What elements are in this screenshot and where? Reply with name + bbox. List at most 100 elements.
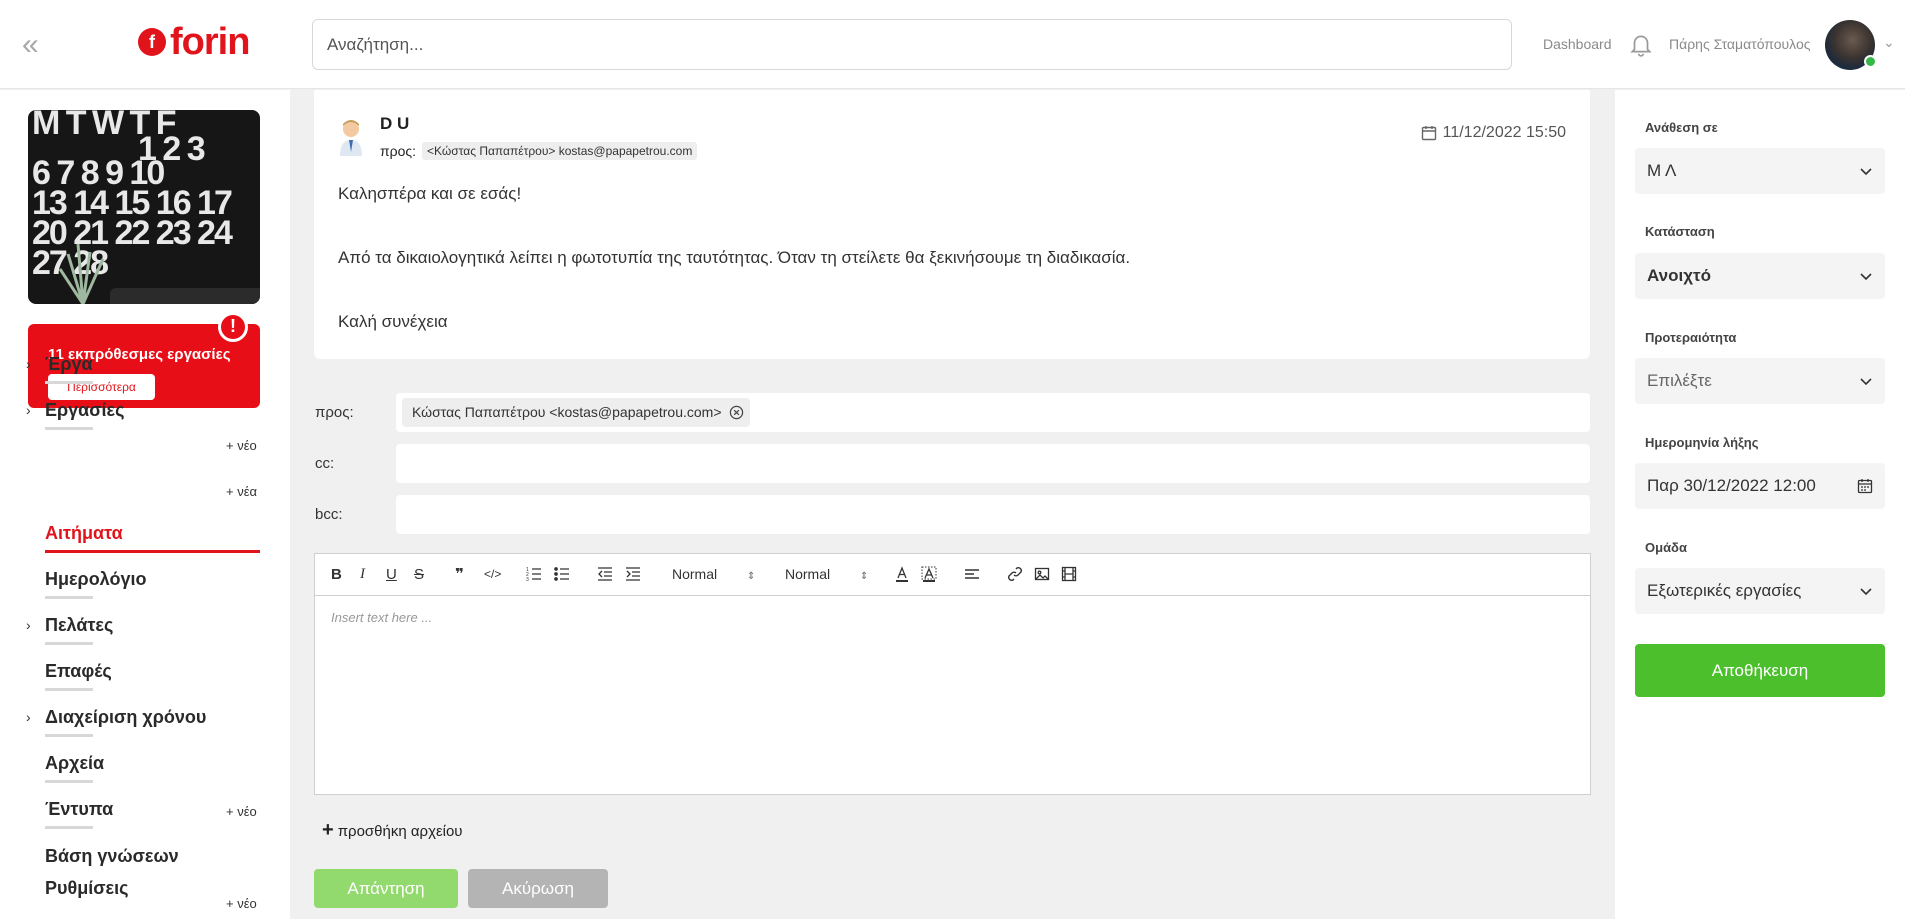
due-date-input[interactable]: Παρ 30/12/2022 12:00 [1635,463,1885,509]
status-value: Ανοιχτό [1647,266,1711,285]
new-time-entry-link[interactable]: + νέο [226,804,257,819]
sidebar-item-settings[interactable]: Ρυθμίσεις [45,878,128,899]
sidebar-item-requests[interactable]: Αιτήματα [45,523,260,553]
code-button[interactable]: </> [484,566,501,583]
calendar-icon[interactable] [1857,478,1873,494]
sidebar-item-label: Έντυπα [45,799,114,819]
align-icon[interactable] [964,566,980,582]
reply-to-field[interactable]: Κώστας Παπαπέτρου <kostas@papapetrou.com… [396,393,1590,432]
group-value: Εξωτερικές εργασίες [1647,581,1802,600]
svg-text:3: 3 [526,577,529,582]
cc-field[interactable] [396,444,1590,483]
editor-toolbar: B I U S ❞ </> 123 Normal ⇕ Normal ⇕ [315,554,1590,596]
font-color-icon[interactable] [894,566,910,583]
double-chevron-left-icon[interactable]: « [22,30,39,60]
reply-to-label: προς: [315,404,354,421]
new-project-link[interactable]: + νέο [226,438,257,453]
save-button[interactable]: Αποθήκευση [1635,644,1885,697]
heading-select[interactable]: Normal ⇕ [672,566,755,582]
forin-logo[interactable]: f forin [138,22,250,62]
sidebar-item-files[interactable]: Αρχεία [45,753,104,783]
recipient-chip-text: Κώστας Παπαπέτρου <kostas@papapetrou.com… [412,404,722,420]
indent-icon[interactable] [625,566,641,582]
remove-recipient-icon[interactable] [729,405,744,420]
add-attachment-label: προσθήκη αρχείου [337,823,463,840]
sidebar-item-tasks[interactable]: Εργασίες [45,400,124,430]
sidebar-item-label: Πελάτες [45,615,114,635]
user-name[interactable]: Πάρης Σταματόπουλος [1669,36,1811,52]
top-header: « f forin Dashboard Πάρης Σταματόπουλος … [0,0,1905,89]
calendar-image: M T W T F 1 2 3 6 7 8 9 10 13 14 15 16 1… [28,110,260,304]
chevron-right-icon[interactable]: › [26,617,31,633]
due-date-label: Ημερομηνία λήξης [1645,435,1759,450]
group-select[interactable]: Εξωτερικές εργασίες [1635,568,1885,614]
ticket-details-panel: Ανάθεση σε Μ Λ Κατάσταση Ανοιχτό Προτερα… [1615,90,1905,919]
blockquote-button[interactable]: ❞ [455,566,464,583]
bell-icon[interactable] [1628,31,1654,57]
bold-button[interactable]: B [331,566,342,583]
sidebar-item-projects[interactable]: Έργα [45,354,93,384]
assign-value: Μ Λ [1647,161,1677,180]
sidebar-item-knowledge-base[interactable]: Βάση γνώσεων [45,846,179,867]
italic-button[interactable]: I [360,566,365,583]
chevron-down-icon [1860,588,1872,596]
online-status-dot [1864,55,1877,68]
sidebar-item-label: Βάση γνώσεων [45,846,179,866]
select-arrows-icon: ⇕ [747,571,756,582]
heading-select-value: Normal [672,566,718,582]
chevron-right-icon[interactable]: › [26,709,31,725]
image-icon[interactable] [1034,566,1050,582]
bcc-field[interactable] [396,495,1590,534]
editor-placeholder: Insert text here ... [331,610,433,625]
new-task-link[interactable]: + νέα [226,484,257,499]
plus-icon: + [322,819,334,841]
group-label: Ομάδα [1645,540,1687,555]
sidebar-item-forms[interactable]: Έντυπα [45,799,113,829]
search-input[interactable] [312,19,1512,70]
ordered-list-icon[interactable]: 123 [526,566,542,582]
chevron-down-icon [1860,378,1872,386]
logo-mark-icon: f [138,28,166,56]
rich-text-editor[interactable]: B I U S ❞ </> 123 Normal ⇕ Normal ⇕ Inse… [314,553,1591,795]
sidebar-item-time-management[interactable]: Διαχείριση χρόνου [45,707,206,737]
calendar-icon [1421,126,1436,141]
underline-button[interactable]: U [386,566,397,583]
strikethrough-button[interactable]: S [414,566,424,583]
link-icon[interactable] [1007,566,1023,582]
chevron-right-icon[interactable]: › [26,402,31,418]
chevron-right-icon[interactable]: › [26,356,31,372]
reply-button[interactable]: Απάντηση [314,869,458,908]
priority-select[interactable]: Επιλέξτε [1635,358,1885,404]
video-icon[interactable] [1061,566,1077,582]
due-date-value: Παρ 30/12/2022 12:00 [1647,476,1816,495]
sidebar: M T W T F 1 2 3 6 7 8 9 10 13 14 15 16 1… [0,90,290,919]
sidebar-item-contacts[interactable]: Επαφές [45,661,112,691]
new-form-link[interactable]: + νέο [226,896,257,911]
outdent-icon[interactable] [597,566,613,582]
sidebar-item-label: Έργα [45,354,93,374]
status-select[interactable]: Ανοιχτό [1635,253,1885,299]
bcc-label: bcc: [315,506,343,523]
sidebar-item-clients[interactable]: Πελάτες [45,615,113,645]
email-message-card: D U προς: <Κώστας Παπαπέτρου> kostas@pap… [314,90,1590,359]
assign-select[interactable]: Μ Λ [1635,148,1885,194]
priority-value: Επιλέξτε [1647,371,1712,390]
dashboard-link[interactable]: Dashboard [1543,36,1612,52]
to-label: προς: [380,143,417,159]
email-date-text: 11/12/2022 15:50 [1442,124,1566,141]
bullet-list-icon[interactable] [554,566,570,582]
sidebar-item-label: Ημερολόγιο [45,569,147,589]
sidebar-item-label: Ρυθμίσεις [45,878,129,898]
background-color-icon[interactable] [921,566,937,583]
cancel-button[interactable]: Ακύρωση [468,869,608,908]
alert-icon: ! [218,312,248,342]
sidebar-item-label: Αρχεία [45,753,105,773]
sidebar-item-calendar[interactable]: Ημερολόγιο [45,569,146,599]
sidebar-item-label: Επαφές [45,661,112,681]
user-avatar[interactable] [1825,20,1877,70]
sender-avatar-icon [340,120,362,156]
sidebar-item-label: Εργασίες [45,400,125,420]
add-attachment-link[interactable]: + προσθήκη αρχείου [322,819,463,842]
chevron-down-icon[interactable]: ⌄ [1883,34,1895,51]
size-select[interactable]: Normal ⇕ [785,566,868,582]
